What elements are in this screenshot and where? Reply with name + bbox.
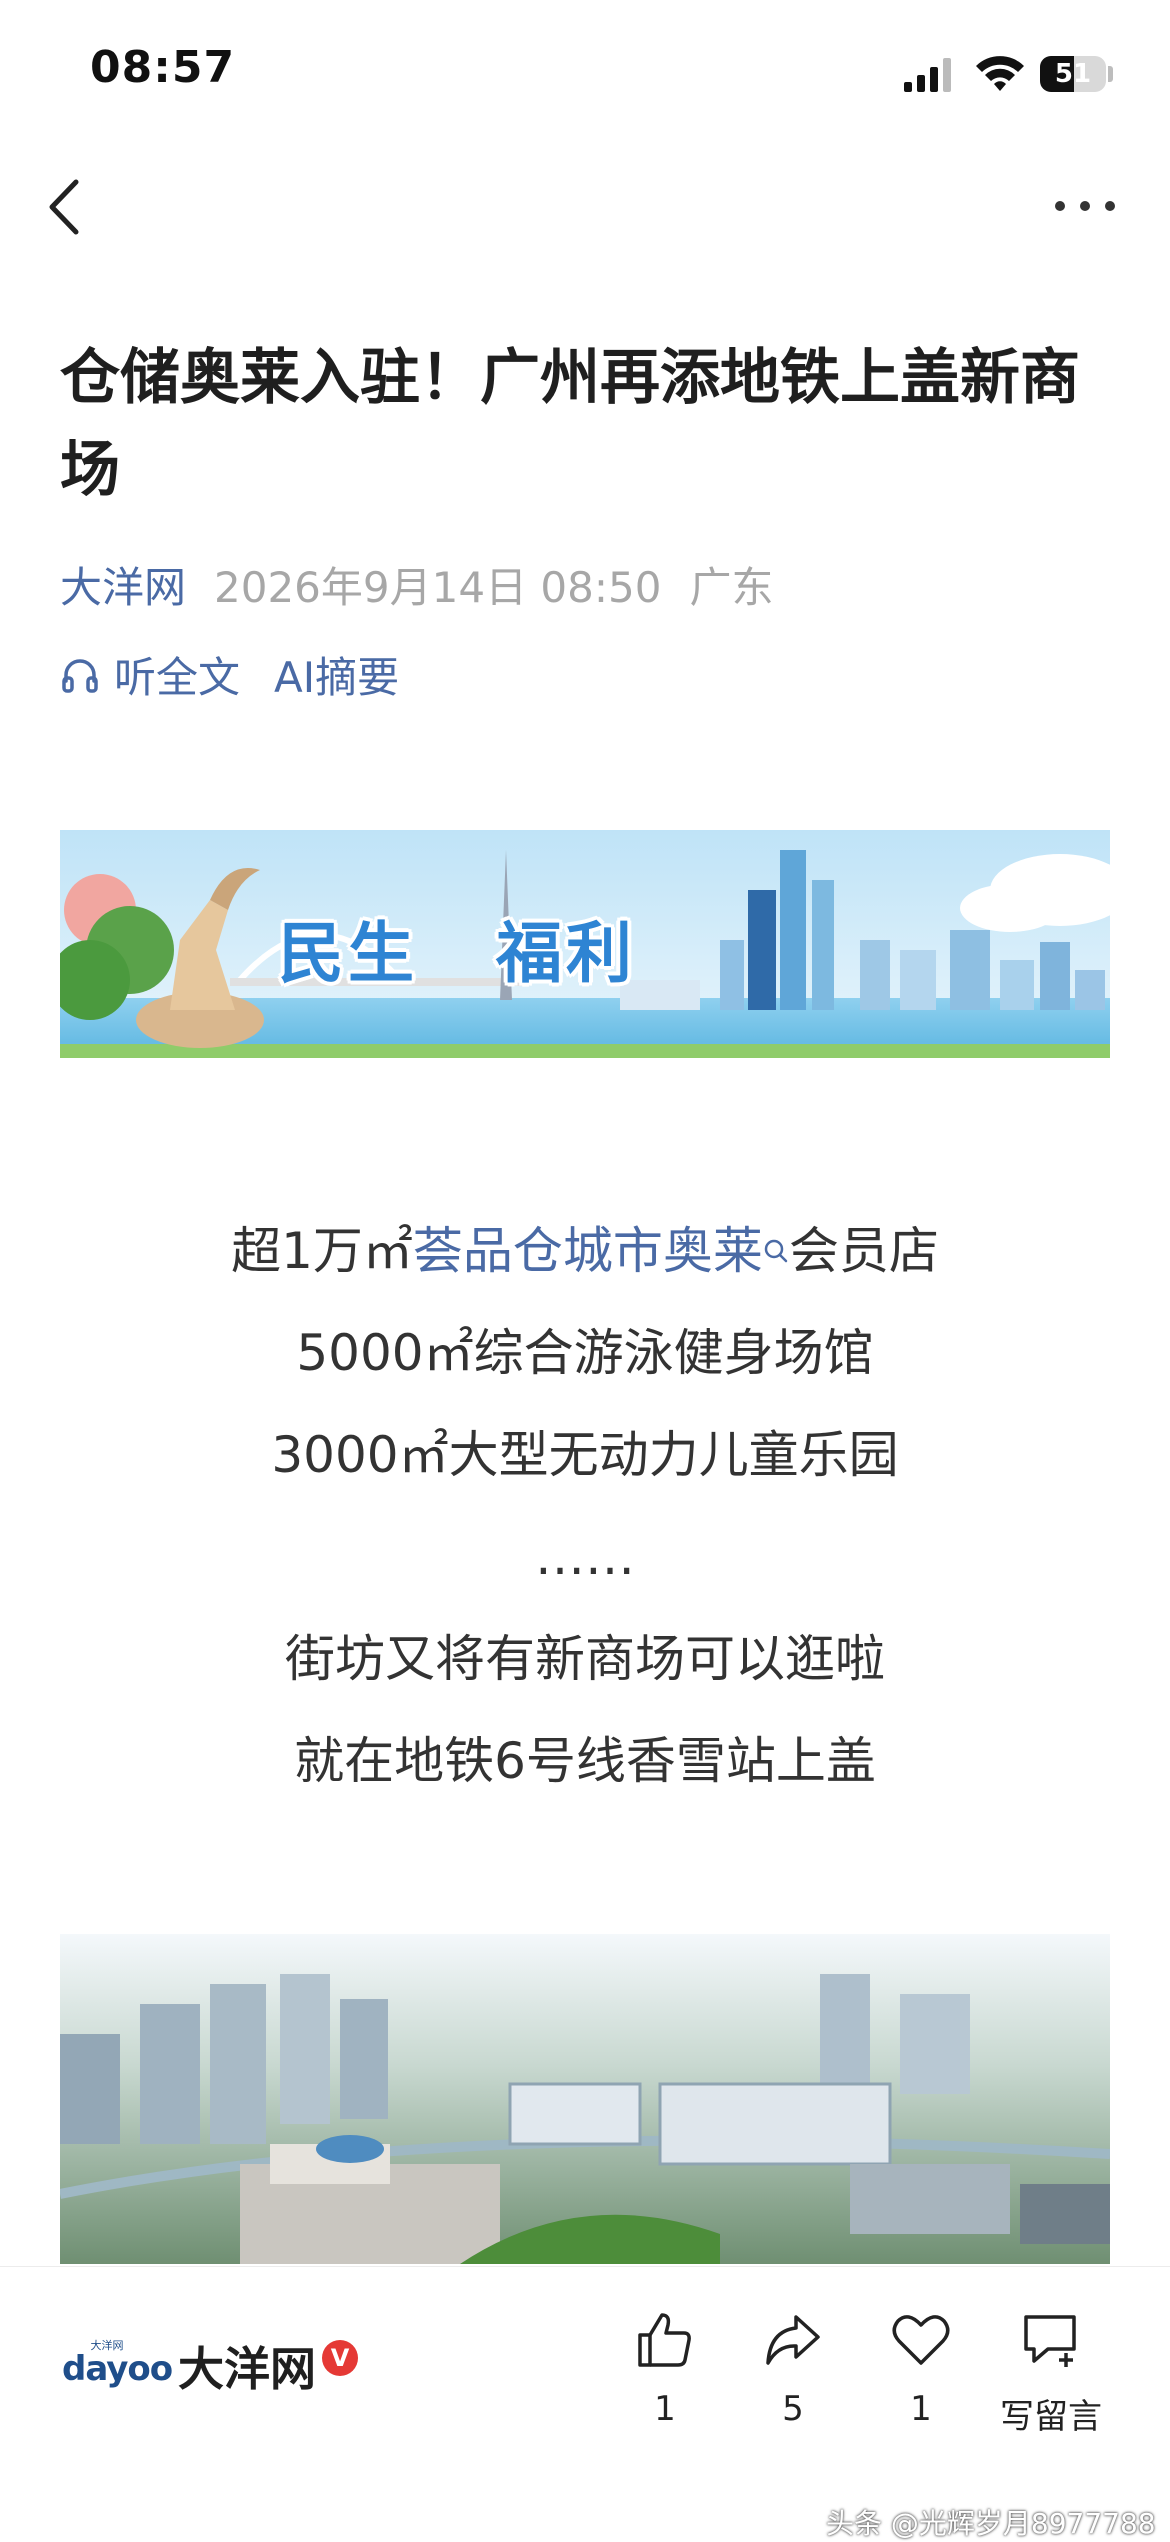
share-count: 5	[782, 2389, 804, 2429]
battery-tip	[1108, 66, 1113, 82]
keyword-link[interactable]: 荟品仓城市奥莱	[413, 1222, 763, 1280]
comment-button[interactable]: 写留言	[986, 2309, 1116, 2438]
favorite-button[interactable]: 1	[856, 2309, 986, 2429]
banner-text-right: 福利	[496, 915, 636, 992]
publisher-name[interactable]: 大洋网	[178, 2333, 316, 2399]
thumbs-up-icon	[638, 2313, 691, 2367]
ai-summary-label: AI摘要	[274, 653, 400, 702]
body-line-2: 5000㎡综合游泳健身场馆	[296, 1324, 874, 1382]
status-bar: 08:57 51	[0, 0, 1170, 150]
wifi-icon	[976, 56, 1024, 91]
verified-badge-icon: V	[322, 2340, 358, 2376]
article-body: 超1万㎡荟品仓城市奥莱 会员店 5000㎡综合游泳健身场馆 3000㎡大型无动力儿…	[60, 1200, 1110, 1812]
banner-image: 民生 福利	[60, 830, 1110, 1058]
line1-prefix: 超1万㎡	[231, 1222, 413, 1280]
publish-date: 2026年9月14日 08:50	[214, 563, 662, 612]
banner-text-left: 民生	[278, 915, 418, 992]
line1-suffix: 会员店	[788, 1222, 939, 1280]
share-button[interactable]: 5	[728, 2309, 858, 2429]
article-tools: 听全文 AI摘要	[60, 644, 433, 705]
body-line-3: 3000㎡大型无动力儿童乐园	[271, 1426, 899, 1484]
publisher-logo[interactable]: 大洋网 dayoo	[62, 2331, 173, 2401]
body-line-1: 超1万㎡荟品仓城市奥莱 会员店	[60, 1200, 1110, 1302]
aerial-rendering-image	[60, 1934, 1110, 2264]
cellular-signal-icon	[904, 58, 951, 92]
heart-icon	[892, 2315, 950, 2365]
headphones-icon	[62, 658, 98, 693]
comment-add-icon	[1024, 2315, 1076, 2367]
aerial-city-illustration	[60, 1934, 1110, 2264]
ai-summary-button[interactable]: AI摘要	[274, 644, 399, 705]
body-line-5: 街坊又将有新商场可以逛啦	[285, 1630, 885, 1688]
keyword-search-icon[interactable]	[763, 1200, 789, 1263]
listen-label: 听全文	[114, 653, 241, 702]
back-button[interactable]	[40, 172, 90, 242]
more-options-button[interactable]	[1050, 186, 1120, 226]
source-link[interactable]: 大洋网	[60, 563, 186, 612]
favorite-count: 1	[910, 2389, 932, 2429]
article-meta: 大洋网 2026年9月14日 08:50 广东	[60, 554, 773, 615]
listen-button[interactable]: 听全文	[60, 644, 240, 705]
watermark-text: 头条 @光辉岁月8977788	[826, 2507, 1156, 2540]
battery-level: 51	[1054, 59, 1092, 89]
bottom-action-bar: 大洋网 dayoo 大洋网 V 1 5 1 写留言	[0, 2266, 1170, 2533]
logo-main-text: dayoo	[62, 2349, 173, 2389]
comment-label: 写留言	[1000, 2397, 1102, 2437]
body-line-4: ……	[535, 1528, 635, 1586]
share-icon	[766, 2315, 820, 2365]
like-count: 1	[654, 2389, 676, 2429]
body-line-6: 就在地铁6号线香雪站上盖	[294, 1732, 876, 1790]
status-time: 08:57	[90, 42, 236, 93]
battery-indicator: 51	[1040, 56, 1106, 92]
article-title: 仓储奥莱入驻！广州再添地铁上盖新商场	[60, 343, 1080, 505]
publish-location: 广东	[689, 563, 774, 612]
like-button[interactable]: 1	[600, 2309, 730, 2429]
